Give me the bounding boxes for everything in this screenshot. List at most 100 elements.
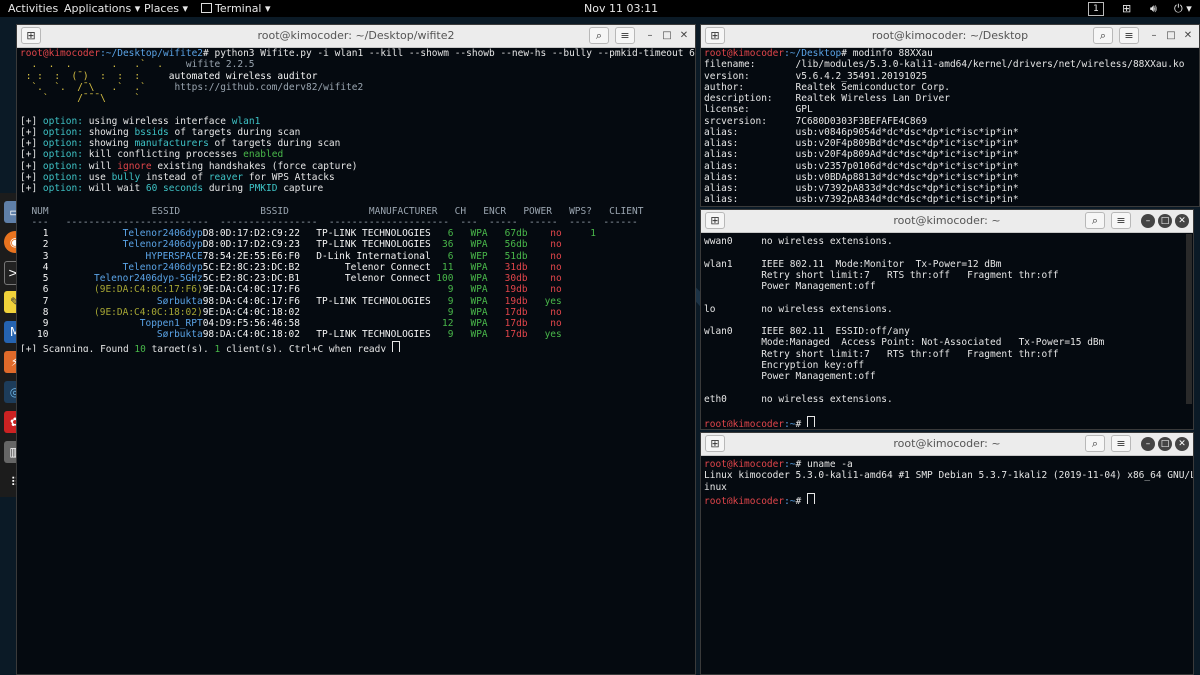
- command-text: # python3 Wifite.py -i wlan1 --kill --sh…: [203, 48, 695, 59]
- opt-highlight: bssids: [134, 126, 169, 138]
- terminal-window-wifite[interactable]: ⊞ root@kimocoder: ~/Desktop/wifite2 ⌕ ≡ …: [16, 24, 696, 675]
- opt-bracket: [+]: [20, 160, 38, 172]
- terminal-app-menu[interactable]: Terminal ▾: [201, 0, 271, 17]
- cell-encryption: WPA: [470, 261, 488, 273]
- menu-icon[interactable]: ≡: [1111, 435, 1131, 452]
- maximize-icon[interactable]: □: [1158, 437, 1172, 451]
- menu-icon[interactable]: ≡: [615, 27, 635, 44]
- output-line: license: GPL: [704, 104, 813, 116]
- table-row[interactable]: 9 Toppen1_RPT04:D9:F5:56:46:58 12 WPA 17db no: [20, 318, 695, 329]
- applications-menu[interactable]: Applications ▾: [64, 0, 140, 17]
- opt-text: of targets during scan: [208, 138, 341, 149]
- search-icon[interactable]: ⌕: [1085, 212, 1105, 229]
- close-icon[interactable]: ✕: [1175, 214, 1189, 228]
- places-menu[interactable]: Places ▾: [144, 0, 188, 17]
- close-icon[interactable]: ✕: [1175, 437, 1189, 451]
- table-row[interactable]: 2 Telenor2406dypD8:0D:17:D2:C9:23 TP-LINK …: [20, 239, 695, 250]
- cell-manufacturer: Telenor Connect: [344, 261, 431, 273]
- terminal-small-icon: [201, 3, 212, 13]
- cell-wps: no: [550, 261, 562, 273]
- maximize-icon[interactable]: □: [660, 29, 674, 43]
- menu-icon[interactable]: ≡: [1111, 212, 1131, 229]
- table-row[interactable]: 1 Telenor2406dypD8:0D:17:D2:C9:22 TP-LINK …: [20, 228, 695, 239]
- opt-bracket: [+]: [20, 138, 38, 149]
- app-url[interactable]: https://github.com/derv82/wifite2: [174, 82, 363, 93]
- scrollbar[interactable]: [1186, 234, 1192, 404]
- minimize-icon[interactable]: –: [1141, 437, 1155, 451]
- minimize-icon[interactable]: –: [1147, 29, 1161, 43]
- prompt-user: root@kimocoder: [704, 48, 785, 59]
- window-title: root@kimocoder: ~/Desktop: [871, 29, 1029, 42]
- table-row[interactable]: 10 Sørbukta98:DA:C4:0C:18:02 TP-LINK TECHN…: [20, 329, 695, 340]
- cell-num: 6: [42, 284, 49, 296]
- table-row[interactable]: 8 (9E:DA:C4:0C:18:02)9E:DA:C4:0C:18:02 9 WP…: [20, 307, 695, 318]
- output-line: Retry short limit:7 RTS thr:off Fragment…: [704, 269, 1059, 281]
- workspace-indicator[interactable]: 1: [1088, 2, 1104, 16]
- table-row[interactable]: 3 HYPERSPACE78:54:2E:55:E6:F0 D-Link Inter…: [20, 251, 695, 262]
- new-tab-icon[interactable]: ⊞: [21, 27, 41, 44]
- opt-text: existing handshakes (force capture): [151, 160, 358, 172]
- table-row[interactable]: 4 Telenor2406dyp5C:E2:8C:23:DC:B2 Telenor …: [20, 262, 695, 273]
- table-row[interactable]: 6 (9E:DA:C4:0C:17:F6)9E:DA:C4:0C:17:F6 9 WP…: [20, 284, 695, 295]
- output-line: alias: usb:v0BDAp8813d*dc*dsc*dp*ic*isc*…: [704, 171, 1019, 183]
- opt-highlight: reaver: [208, 171, 244, 183]
- new-tab-icon[interactable]: ⊞: [705, 435, 725, 452]
- output-line: description: Realtek Wireless Lan Driver: [704, 93, 950, 104]
- output-line: wlan1 IEEE 802.11 Mode:Monitor Tx-Power=…: [704, 258, 1002, 270]
- table-row[interactable]: 7 Sørbukta98:DA:C4:0C:17:F6 TP-LINK TECHNO…: [20, 296, 695, 307]
- search-icon[interactable]: ⌕: [589, 27, 609, 44]
- activities-button[interactable]: Activities: [8, 0, 58, 17]
- search-icon[interactable]: ⌕: [1093, 27, 1113, 44]
- cell-essid: Telenor2406dyp: [122, 239, 203, 251]
- power-icon[interactable]: ⏻ ▾: [1174, 0, 1192, 17]
- opt-bracket: [+]: [20, 115, 38, 127]
- scan-post: client(s). Ctrl+C when ready: [220, 343, 392, 352]
- cell-channel: 9: [447, 306, 454, 318]
- output-line: Encryption key:off: [704, 359, 865, 371]
- opt-label: option:: [42, 126, 83, 138]
- minimize-icon[interactable]: –: [643, 29, 657, 43]
- cell-bssid: 98:DA:C4:0C:17:F6: [202, 295, 300, 307]
- close-icon[interactable]: ✕: [677, 29, 691, 43]
- terminal-content[interactable]: root@kimocoder:~/Desktop# modinfo 88XXau…: [701, 48, 1199, 206]
- volume-icon[interactable]: 🔊︎: [1150, 0, 1157, 17]
- table-row[interactable]: 5 Telenor2406dyp-5GHz5C:E2:8C:23:DC:B1 Tel…: [20, 273, 695, 284]
- close-icon[interactable]: ✕: [1181, 29, 1195, 43]
- cell-encryption: WPA: [470, 239, 488, 251]
- opt-text: using wireless interface: [88, 115, 232, 127]
- terminal-window-iwconfig[interactable]: ⊞ root@kimocoder: ~ ⌕ ≡ – □ ✕ wwan0 no w…: [700, 209, 1194, 430]
- search-icon[interactable]: ⌕: [1085, 435, 1105, 452]
- ascii-logo: . . . . .` .: [20, 59, 163, 71]
- command-text: # uname -a: [795, 459, 853, 470]
- terminal-content[interactable]: root@kimocoder:~# uname -a Linux kimocod…: [701, 459, 1193, 674]
- maximize-icon[interactable]: □: [1164, 29, 1178, 43]
- cell-encryption: WPA: [470, 318, 488, 329]
- new-tab-icon[interactable]: ⊞: [705, 27, 725, 44]
- minimize-icon[interactable]: –: [1141, 214, 1155, 228]
- new-tab-icon[interactable]: ⊞: [705, 212, 725, 229]
- terminal-window-modinfo[interactable]: ⊞ root@kimocoder: ~/Desktop ⌕ ≡ – □ ✕ ro…: [700, 24, 1200, 207]
- output-line: wwan0 no wireless extensions.: [704, 236, 893, 247]
- cell-essid: (9E:DA:C4:0C:18:02): [94, 306, 203, 318]
- cell-essid: Sørbukta: [156, 295, 203, 307]
- opt-highlight: wlan1: [231, 115, 261, 127]
- cell-bssid: 9E:DA:C4:0C:17:F6: [202, 284, 300, 296]
- network-icon[interactable]: ⊞: [1122, 0, 1131, 17]
- terminal-window-uname[interactable]: ⊞ root@kimocoder: ~ ⌕ ≡ – □ ✕ root@kimoc…: [700, 432, 1194, 675]
- cell-wps: no: [550, 250, 562, 262]
- cell-essid: Telenor2406dyp-5GHz: [94, 273, 203, 284]
- terminal-content[interactable]: root@kimocoder:~/Desktop/wifite2# python…: [17, 48, 695, 674]
- scan-target-count: 10: [134, 343, 146, 352]
- terminal-content[interactable]: wwan0 no wireless extensions. wlan1 IEEE …: [701, 236, 1193, 429]
- cell-encryption: WPA: [470, 284, 488, 296]
- output-line: eth0 no wireless extensions.: [704, 393, 893, 405]
- app-name: wifite 2.2.5: [185, 59, 255, 71]
- opt-text: instead of: [140, 171, 209, 183]
- clock[interactable]: Nov 11 03:11: [584, 0, 658, 17]
- menu-icon[interactable]: ≡: [1119, 27, 1139, 44]
- prompt-user: root@kimocoder: [704, 495, 785, 504]
- maximize-icon[interactable]: □: [1158, 214, 1172, 228]
